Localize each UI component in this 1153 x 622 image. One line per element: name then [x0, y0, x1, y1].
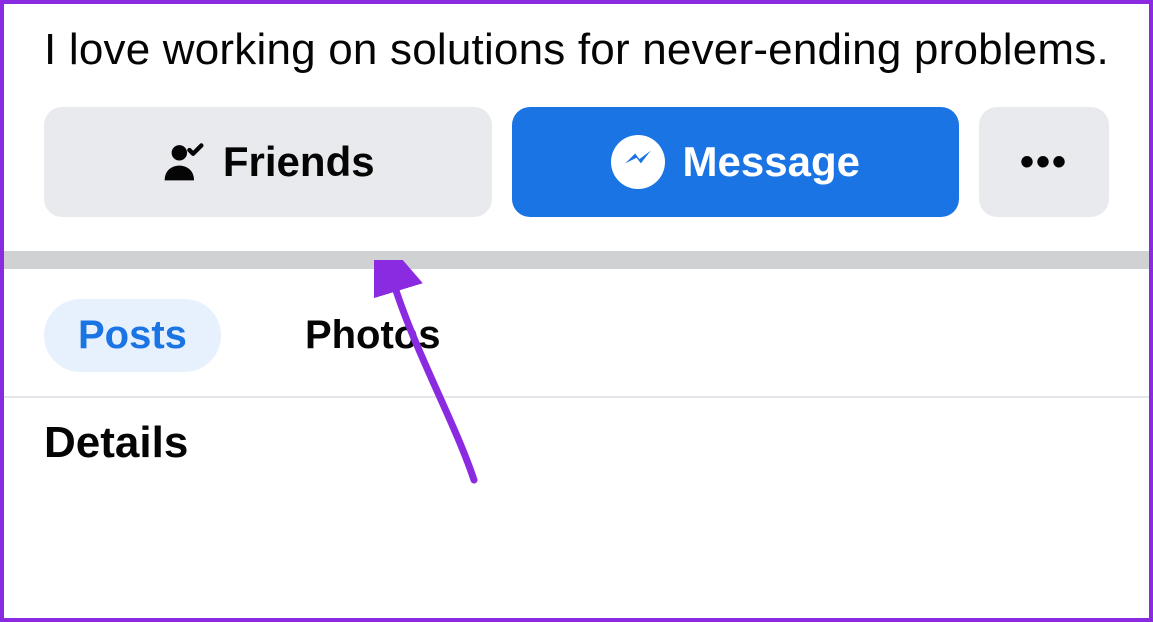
screenshot-frame: I love working on solutions for never-en…: [0, 0, 1153, 622]
friends-button[interactable]: Friends: [44, 107, 492, 217]
tab-posts-label: Posts: [78, 313, 187, 357]
message-button-label: Message: [683, 138, 860, 186]
tab-photos[interactable]: Photos: [271, 299, 475, 372]
section-divider: [4, 251, 1149, 269]
ellipsis-icon: •••: [1020, 140, 1068, 185]
more-options-button[interactable]: •••: [979, 107, 1109, 217]
tab-photos-label: Photos: [305, 313, 441, 357]
details-heading: Details: [4, 418, 1149, 468]
profile-bio-text: I love working on solutions for never-en…: [44, 22, 1109, 77]
profile-header-section: I love working on solutions for never-en…: [4, 22, 1149, 217]
friends-button-label: Friends: [223, 138, 375, 186]
tab-posts[interactable]: Posts: [44, 299, 221, 372]
profile-action-buttons: Friends Message •••: [44, 107, 1109, 217]
tabs-divider: [4, 396, 1149, 398]
message-button[interactable]: Message: [512, 107, 960, 217]
messenger-icon: [611, 135, 665, 189]
friends-check-icon: [161, 140, 205, 184]
profile-tabs: Posts Photos: [4, 269, 1149, 396]
